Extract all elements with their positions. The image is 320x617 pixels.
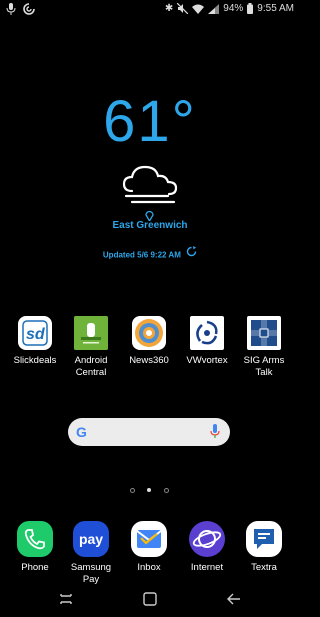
app-internet[interactable]: Internet xyxy=(178,521,236,574)
slickdeals-icon: sd xyxy=(18,316,52,350)
android-central-icon xyxy=(74,316,108,350)
phone-icon xyxy=(17,521,53,557)
back-arrow-icon[interactable] xyxy=(227,592,241,606)
app-label: Internet xyxy=(190,562,224,573)
location-name: East Greenwich xyxy=(112,220,188,231)
sync-notification-icon xyxy=(23,3,35,15)
app-inbox[interactable]: Inbox xyxy=(120,521,178,574)
home-button-icon[interactable] xyxy=(143,592,157,606)
updated-row: Updated 5/6 9:22 AM xyxy=(0,246,300,259)
battery-percent: 94% xyxy=(223,3,244,14)
mute-icon xyxy=(177,3,189,14)
app-news360[interactable]: News360 xyxy=(120,316,178,367)
app-label: News360 xyxy=(129,355,169,366)
notification-icons xyxy=(6,3,35,15)
recent-apps-icon[interactable] xyxy=(59,593,73,605)
voice-search-mic-icon[interactable] xyxy=(210,424,220,439)
app-label: SIG Arms Talk xyxy=(243,355,285,378)
google-search-bar[interactable]: G xyxy=(68,418,230,446)
bluetooth-icon: ✱ xyxy=(164,3,174,14)
status-bar: ✱ 94% 9:55 AM xyxy=(0,0,300,20)
app-vwvortex[interactable]: VWvortex xyxy=(178,316,236,367)
app-android-central[interactable]: Android Central xyxy=(62,316,120,379)
app-textra[interactable]: Textra xyxy=(235,521,293,574)
app-label: Textra xyxy=(251,562,277,573)
vwvortex-icon xyxy=(190,316,224,350)
system-status-icons: ✱ 94% 9:55 AM xyxy=(165,3,294,14)
app-label: Inbox xyxy=(137,562,161,573)
clock: 9:55 AM xyxy=(257,3,294,14)
samsung-pay-icon: pay xyxy=(73,521,109,557)
google-g-icon: G xyxy=(76,424,87,440)
textra-icon xyxy=(246,521,282,557)
signal-icon xyxy=(208,3,220,14)
wifi-icon xyxy=(192,4,205,14)
refresh-icon[interactable] xyxy=(186,246,197,257)
temperature: 61° xyxy=(103,89,197,154)
page-dot-current[interactable] xyxy=(147,488,151,492)
app-label: Android Central xyxy=(74,355,108,378)
page-dot[interactable] xyxy=(130,488,135,493)
updated-time: Updated 5/6 9:22 AM xyxy=(102,250,181,260)
app-phone[interactable]: Phone xyxy=(6,521,64,574)
app-sig-arms-talk[interactable]: SIG Arms Talk xyxy=(235,316,293,379)
microphone-notification-icon xyxy=(6,3,16,15)
cloudy-weather-icon xyxy=(122,165,178,204)
inbox-icon xyxy=(131,521,167,557)
app-label: VWvortex xyxy=(186,355,228,366)
news360-icon xyxy=(132,316,166,350)
page-dot[interactable] xyxy=(164,488,169,493)
app-label: Phone xyxy=(21,562,49,573)
app-samsung-pay[interactable]: pay Samsung Pay xyxy=(62,521,120,586)
battery-icon xyxy=(247,3,254,14)
sig-arms-talk-icon xyxy=(247,316,281,350)
app-slickdeals[interactable]: sd Slickdeals xyxy=(6,316,64,367)
internet-icon xyxy=(189,521,225,557)
app-label: Samsung Pay xyxy=(70,562,112,585)
app-label: Slickdeals xyxy=(13,355,57,366)
navigation-bar xyxy=(0,584,300,617)
svg-text:sd: sd xyxy=(26,326,46,343)
